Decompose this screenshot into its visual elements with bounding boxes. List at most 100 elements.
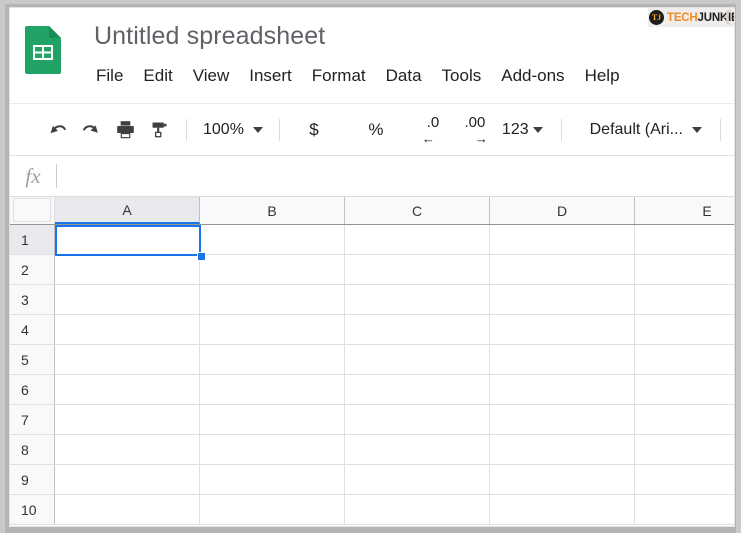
cell-E8[interactable] (635, 435, 734, 465)
cell-B6[interactable] (200, 375, 345, 405)
row-header-7[interactable]: 7 (10, 405, 55, 435)
undo-button[interactable] (40, 114, 74, 146)
cell-B1[interactable] (200, 225, 345, 255)
row-header-5[interactable]: 5 (10, 345, 55, 375)
decrease-decimal-button[interactable]: .0 ← (414, 114, 452, 146)
cell-A4[interactable] (55, 315, 200, 345)
cell-D1[interactable] (490, 225, 635, 255)
cell-D2[interactable] (490, 255, 635, 285)
cell-E7[interactable] (635, 405, 734, 435)
menu-item-data[interactable]: Data (376, 64, 432, 88)
row-header-9[interactable]: 9 (10, 465, 55, 495)
menu-item-edit[interactable]: Edit (133, 64, 182, 88)
cell-B7[interactable] (200, 405, 345, 435)
column-header-c[interactable]: C (345, 197, 490, 224)
menu-item-help[interactable]: Help (575, 64, 630, 88)
currency-format-button[interactable]: $ (294, 115, 334, 145)
cell-A6[interactable] (55, 375, 200, 405)
document-title[interactable]: Untitled spreadsheet (94, 22, 325, 51)
window-frame: TJ TECHJUNKIE ❴ Untitled spreadsheet (0, 0, 741, 533)
row-header-3[interactable]: 3 (10, 285, 55, 315)
cell-D4[interactable] (490, 315, 635, 345)
cell-A8[interactable] (55, 435, 200, 465)
cell-C4[interactable] (345, 315, 490, 345)
column-header-b[interactable]: B (200, 197, 345, 224)
cell-E10[interactable] (635, 495, 734, 525)
row-header-1[interactable]: 1 (10, 225, 55, 255)
column-header-a[interactable]: A (55, 197, 200, 224)
number-format-dropdown[interactable]: 123 (496, 115, 549, 145)
toolbar-divider-3 (561, 119, 562, 141)
cell-B4[interactable] (200, 315, 345, 345)
cell-D5[interactable] (490, 345, 635, 375)
formula-input[interactable] (57, 162, 734, 190)
google-sheets-icon[interactable] (23, 24, 63, 76)
cell-B8[interactable] (200, 435, 345, 465)
menu-item-format[interactable]: Format (302, 64, 376, 88)
cell-E4[interactable] (635, 315, 734, 345)
increase-decimal-button[interactable]: .00 → (456, 114, 494, 146)
cell-D10[interactable] (490, 495, 635, 525)
cell-C1[interactable] (345, 225, 490, 255)
cell-E1[interactable] (635, 225, 734, 255)
grid-row: 3 (10, 285, 734, 315)
row-header-10[interactable]: 10 (10, 495, 55, 525)
cell-E5[interactable] (635, 345, 734, 375)
cell-B3[interactable] (200, 285, 345, 315)
select-all-corner-button[interactable] (10, 197, 55, 224)
menu-item-add-ons[interactable]: Add-ons (491, 64, 574, 88)
cell-B10[interactable] (200, 495, 345, 525)
redo-button[interactable] (74, 114, 108, 146)
techjunkie-badge-icon: TJ (649, 10, 664, 25)
cell-E6[interactable] (635, 375, 734, 405)
row-header-2[interactable]: 2 (10, 255, 55, 285)
percent-format-button[interactable]: % (356, 115, 396, 145)
cell-D8[interactable] (490, 435, 635, 465)
cell-C5[interactable] (345, 345, 490, 375)
menu-bar: File Edit View Insert Format Data Tools … (96, 62, 630, 90)
fill-handle[interactable] (197, 252, 206, 261)
cell-C8[interactable] (345, 435, 490, 465)
row-header-6[interactable]: 6 (10, 375, 55, 405)
cell-D9[interactable] (490, 465, 635, 495)
techjunkie-badge-initials: TJ (652, 14, 661, 22)
cell-C3[interactable] (345, 285, 490, 315)
cell-A7[interactable] (55, 405, 200, 435)
menu-item-insert[interactable]: Insert (239, 64, 302, 88)
cell-A3[interactable] (55, 285, 200, 315)
techjunkie-watermark: TJ TECHJUNKIE ❴ (648, 8, 734, 27)
cell-C6[interactable] (345, 375, 490, 405)
cell-E3[interactable] (635, 285, 734, 315)
cell-D7[interactable] (490, 405, 635, 435)
cell-B2[interactable] (200, 255, 345, 285)
cell-D3[interactable] (490, 285, 635, 315)
cell-C9[interactable] (345, 465, 490, 495)
cell-A2[interactable] (55, 255, 200, 285)
cell-B5[interactable] (200, 345, 345, 375)
column-header-e[interactable]: E (635, 197, 734, 224)
menu-item-view[interactable]: View (183, 64, 240, 88)
cell-A10[interactable] (55, 495, 200, 525)
paint-format-button[interactable] (142, 114, 176, 146)
column-header-d[interactable]: D (490, 197, 635, 224)
row-header-4[interactable]: 4 (10, 315, 55, 345)
cell-A9[interactable] (55, 465, 200, 495)
menu-item-tools[interactable]: Tools (432, 64, 492, 88)
row-header-8[interactable]: 8 (10, 435, 55, 465)
cell-C2[interactable] (345, 255, 490, 285)
font-family-dropdown[interactable]: Default (Ari... (584, 115, 708, 145)
cell-A1[interactable] (55, 225, 200, 255)
cell-A5[interactable] (55, 345, 200, 375)
cell-E2[interactable] (635, 255, 734, 285)
cell-C7[interactable] (345, 405, 490, 435)
function-fx-icon[interactable]: fx (10, 164, 56, 189)
zoom-dropdown[interactable]: 100% (197, 115, 269, 145)
cell-E9[interactable] (635, 465, 734, 495)
printer-icon (115, 119, 136, 140)
grid-row: 7 (10, 405, 734, 435)
menu-item-file[interactable]: File (96, 64, 133, 88)
cell-B9[interactable] (200, 465, 345, 495)
print-button[interactable] (108, 114, 142, 146)
cell-D6[interactable] (490, 375, 635, 405)
cell-C10[interactable] (345, 495, 490, 525)
